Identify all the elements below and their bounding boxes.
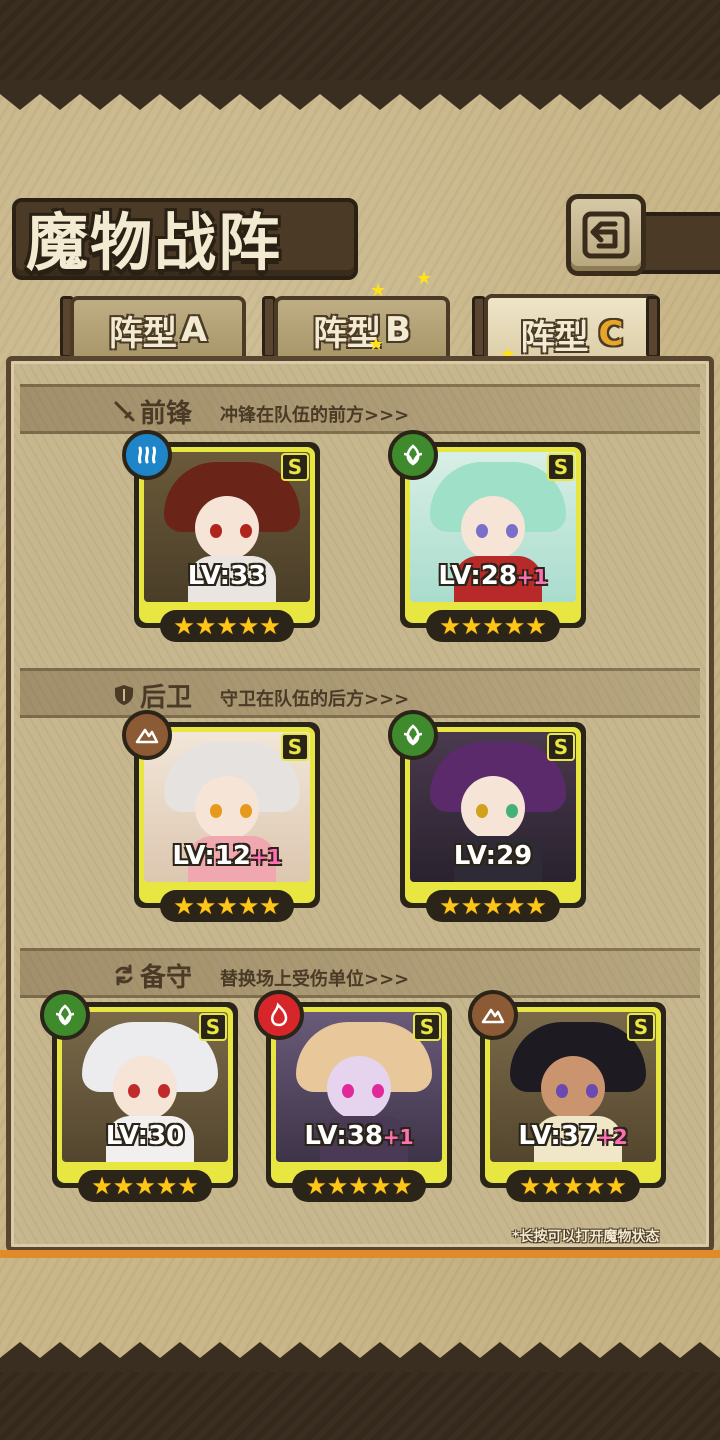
grade-badge: S bbox=[199, 1013, 227, 1041]
level-value: LV:38 bbox=[304, 1121, 383, 1151]
section-title: 前锋 bbox=[140, 399, 193, 429]
level-plus: +1 bbox=[250, 845, 282, 869]
monster-card[interactable]: S LV:37+2 ★★★★★ bbox=[468, 990, 666, 1202]
section-title: 后卫 bbox=[140, 683, 193, 713]
bottom-torn-edge bbox=[0, 1342, 720, 1372]
monster-card[interactable]: S LV:28+1 ★★★★★ bbox=[388, 430, 586, 642]
tab-formation-a[interactable]: 阵型 A bbox=[70, 296, 246, 360]
section-desc: 冲锋在队伍的前方>>> bbox=[220, 405, 410, 426]
monster-card-frame: S LV:38+1 bbox=[271, 1007, 447, 1183]
section-desc: 守卫在队伍的后方>>> bbox=[220, 689, 410, 710]
star-rating: ★★★★★ bbox=[78, 1170, 212, 1202]
monster-card-frame: S LV:12+1 bbox=[139, 727, 315, 903]
level-label: LV:30 bbox=[57, 1121, 233, 1151]
grade-badge: S bbox=[413, 1013, 441, 1041]
monster-card[interactable]: S LV:30 ★★★★★ bbox=[40, 990, 238, 1202]
page-title: 魔物战阵 bbox=[26, 206, 283, 279]
sparkle-icon: ★ bbox=[370, 280, 387, 301]
level-label: LV:37+2 bbox=[485, 1121, 661, 1151]
tab-letter: C bbox=[598, 314, 624, 354]
sparkle-icon: ★ bbox=[416, 268, 433, 289]
tab-letter: A bbox=[180, 310, 208, 350]
sparkle-icon: ★ bbox=[368, 334, 385, 355]
grass-element-icon bbox=[388, 710, 438, 760]
tab-formation-b[interactable]: 阵型 B bbox=[274, 296, 450, 360]
fire-element-icon bbox=[254, 990, 304, 1040]
star-rating: ★★★★★ bbox=[426, 610, 560, 642]
tab-letter: B bbox=[385, 310, 411, 350]
shield-icon bbox=[115, 685, 133, 705]
monster-card-frame: S LV:29 bbox=[405, 727, 581, 903]
level-plus: +2 bbox=[596, 1125, 628, 1149]
star-rating: ★★★★★ bbox=[160, 890, 294, 922]
bottom-border-band bbox=[0, 1360, 720, 1440]
star-rating: ★★★★★ bbox=[160, 610, 294, 642]
bottom-rail bbox=[0, 1250, 720, 1258]
star-rating: ★★★★★ bbox=[426, 890, 560, 922]
level-label: LV:33 bbox=[139, 561, 315, 591]
level-value: LV:29 bbox=[453, 841, 533, 871]
monster-card-frame: S LV:30 bbox=[57, 1007, 233, 1183]
monster-card-frame: S LV:37+2 bbox=[485, 1007, 661, 1183]
earth-element-icon bbox=[122, 710, 172, 760]
level-value: LV:12 bbox=[172, 841, 251, 871]
grass-element-icon bbox=[40, 990, 90, 1040]
grade-badge: S bbox=[547, 733, 575, 761]
monster-card[interactable]: S LV:29 ★★★★★ bbox=[388, 710, 586, 922]
grass-element-icon bbox=[388, 430, 438, 480]
level-value: LV:37 bbox=[518, 1121, 597, 1151]
tab-post bbox=[646, 296, 660, 358]
long-press-hint: *长按可以打开魔物状态 bbox=[512, 1229, 660, 1245]
level-value: LV:28 bbox=[438, 561, 517, 591]
tab-label: 阵型 bbox=[520, 317, 589, 358]
level-label: LV:29 bbox=[405, 841, 581, 871]
top-torn-edge bbox=[0, 80, 720, 110]
level-value: LV:33 bbox=[187, 561, 267, 591]
level-label: LV:28+1 bbox=[405, 561, 581, 591]
grade-badge: S bbox=[627, 1013, 655, 1041]
section-reserve-header: 备守 替换场上受伤单位>>> bbox=[20, 948, 700, 998]
sword-icon bbox=[114, 401, 135, 422]
level-label: LV:38+1 bbox=[271, 1121, 447, 1151]
level-plus: +1 bbox=[516, 565, 548, 589]
monster-card-frame: S LV:28+1 bbox=[405, 447, 581, 623]
back-arrow-icon bbox=[582, 211, 630, 259]
section-desc: 替换场上受伤单位>>> bbox=[220, 969, 410, 990]
section-vanguard-header: 前锋 冲锋在队伍的前方>>> bbox=[20, 384, 700, 434]
star-rating: ★★★★★ bbox=[506, 1170, 640, 1202]
back-button[interactable] bbox=[566, 194, 646, 276]
tab-label: 阵型 bbox=[108, 313, 177, 354]
grade-badge: S bbox=[281, 733, 309, 761]
top-border-band bbox=[0, 0, 720, 90]
level-plus: +1 bbox=[382, 1125, 414, 1149]
earth-element-icon bbox=[468, 990, 518, 1040]
star-rating: ★★★★★ bbox=[292, 1170, 426, 1202]
swap-icon bbox=[115, 964, 133, 986]
grade-badge: S bbox=[281, 453, 309, 481]
monster-card-frame: S LV:33 bbox=[139, 447, 315, 623]
section-title: 备守 bbox=[140, 963, 193, 993]
monster-card[interactable]: S LV:38+1 ★★★★★ bbox=[254, 990, 452, 1202]
level-value: LV:30 bbox=[105, 1121, 185, 1151]
monster-card[interactable]: S LV:12+1 ★★★★★ bbox=[122, 710, 320, 922]
monster-card[interactable]: S LV:33 ★★★★★ bbox=[122, 430, 320, 642]
section-rearguard-header: 后卫 守卫在队伍的后方>>> bbox=[20, 668, 700, 718]
grade-badge: S bbox=[547, 453, 575, 481]
level-label: LV:12+1 bbox=[139, 841, 315, 871]
water-element-icon bbox=[122, 430, 172, 480]
